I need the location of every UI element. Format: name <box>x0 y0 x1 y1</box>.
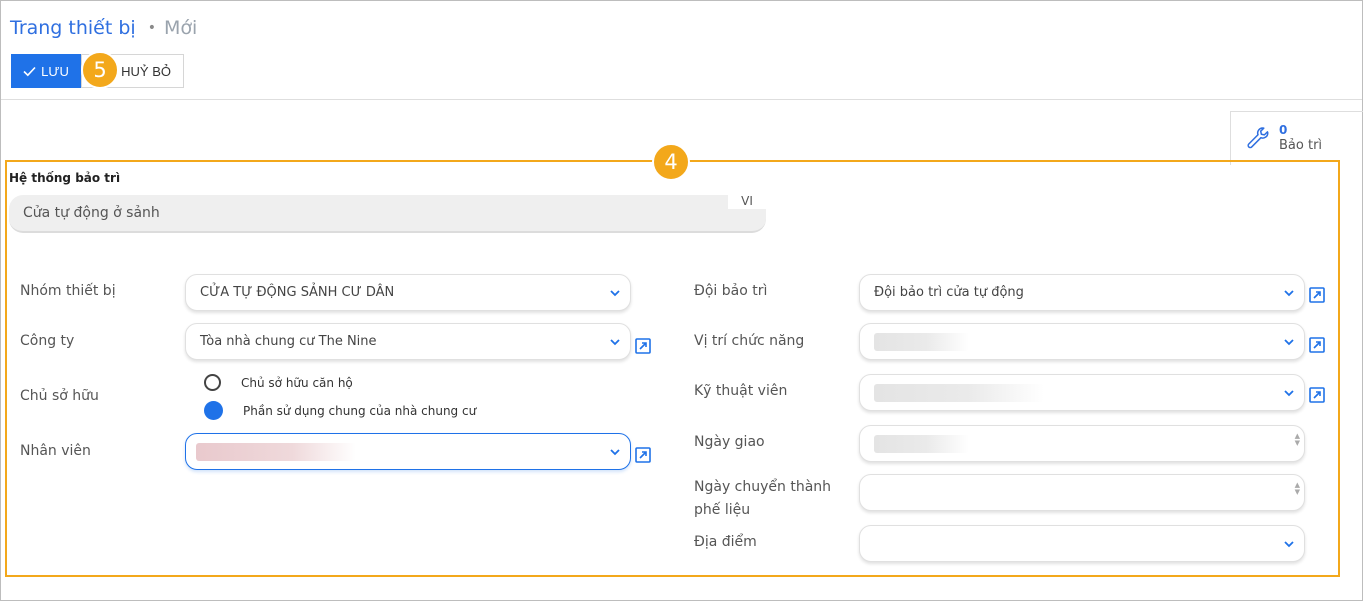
technician-label: Kỹ thuật viên <box>694 383 788 399</box>
redacted-value <box>874 332 969 351</box>
redacted-value <box>874 434 969 453</box>
name-input-value: Cửa tự động ở sảnh <box>23 205 160 221</box>
owner-label: Chủ sở hữu <box>20 388 99 404</box>
assign-date-input[interactable]: ▲ ▼ <box>859 425 1305 462</box>
external-link-icon[interactable] <box>1309 387 1325 403</box>
save-button-label: LƯU <box>41 63 69 79</box>
language-button[interactable]: VI <box>728 193 766 209</box>
external-link-icon[interactable] <box>635 338 651 354</box>
chevron-down-icon <box>610 449 620 456</box>
company-select[interactable]: Tòa nhà chung cư The Nine <box>185 323 631 360</box>
owner-radio-apartment[interactable]: Chủ sở hữu căn hộ <box>204 374 353 391</box>
breadcrumb-parent-link[interactable]: Trang thiết bị <box>10 17 136 39</box>
maintenance-team-value: Đội bảo trì cửa tự động <box>874 285 1024 300</box>
breadcrumb: Trang thiết bị • Mới <box>10 17 197 39</box>
name-input[interactable]: Cửa tự động ở sảnh <box>9 195 766 233</box>
company-value: Tòa nhà chung cư The Nine <box>200 334 377 349</box>
save-button[interactable]: LƯU <box>11 54 81 88</box>
owner-option-label: Phần sử dụng chung của nhà chung cư <box>243 403 477 418</box>
scrap-date-label: Ngày chuyển thành phế liệu <box>694 479 832 518</box>
breadcrumb-current: Mới <box>163 17 198 39</box>
chevron-down-icon <box>610 339 620 346</box>
maintenance-team-select[interactable]: Đội bảo trì cửa tự động <box>859 274 1305 311</box>
maintenance-label: Bảo trì <box>1279 137 1323 153</box>
external-link-icon[interactable] <box>1309 287 1325 303</box>
name-field-label: Hệ thống bảo trì <box>9 171 121 185</box>
header-divider <box>1 99 1362 100</box>
maintenance-count: 0 <box>1279 122 1288 137</box>
functional-location-select[interactable] <box>859 323 1305 360</box>
place-label: Địa điểm <box>694 534 757 550</box>
breadcrumb-separator: • <box>147 20 156 36</box>
cancel-button-label: HUỶ BỎ <box>121 63 171 79</box>
radio-circle-selected <box>204 401 223 420</box>
owner-radio-common[interactable]: Phần sử dụng chung của nhà chung cư <box>204 401 476 420</box>
employee-label: Nhân viên <box>20 443 91 459</box>
maintenance-smart-button[interactable]: 0 Bảo trì <box>1230 111 1363 165</box>
chevron-down-icon <box>1284 541 1294 548</box>
equipment-group-select[interactable]: CỬA TỰ ĐỘNG SẢNH CƯ DÂN <box>185 274 631 311</box>
redacted-value <box>196 442 356 461</box>
wrench-icon <box>1247 126 1269 148</box>
annotation-badge-save: 5 <box>81 51 119 89</box>
date-spinner-icon: ▲ ▼ <box>1294 432 1300 447</box>
place-select[interactable] <box>859 525 1305 562</box>
company-label: Công ty <box>20 333 75 349</box>
external-link-icon[interactable] <box>1309 337 1325 353</box>
redacted-value <box>874 383 1044 402</box>
check-icon <box>23 66 36 76</box>
equipment-group-label: Nhóm thiết bị <box>20 283 116 299</box>
scrap-date-input[interactable]: ▲ ▼ <box>859 474 1305 511</box>
functional-location-label: Vị trí chức năng <box>694 333 805 349</box>
employee-select[interactable] <box>185 433 631 470</box>
assign-date-label: Ngày giao <box>694 434 765 450</box>
radio-circle <box>204 374 221 391</box>
chevron-down-icon <box>1284 290 1294 297</box>
owner-option-label: Chủ sở hữu căn hộ <box>241 375 353 390</box>
annotation-badge-form: 4 <box>652 143 690 181</box>
equipment-group-value: CỬA TỰ ĐỘNG SẢNH CƯ DÂN <box>200 285 395 300</box>
date-spinner-icon: ▲ ▼ <box>1294 481 1300 496</box>
maintenance-team-label: Đội bảo trì <box>694 283 768 299</box>
technician-select[interactable] <box>859 374 1305 411</box>
chevron-down-icon <box>1284 390 1294 397</box>
chevron-down-icon <box>610 290 620 297</box>
chevron-down-icon <box>1284 339 1294 346</box>
external-link-icon[interactable] <box>635 447 651 463</box>
